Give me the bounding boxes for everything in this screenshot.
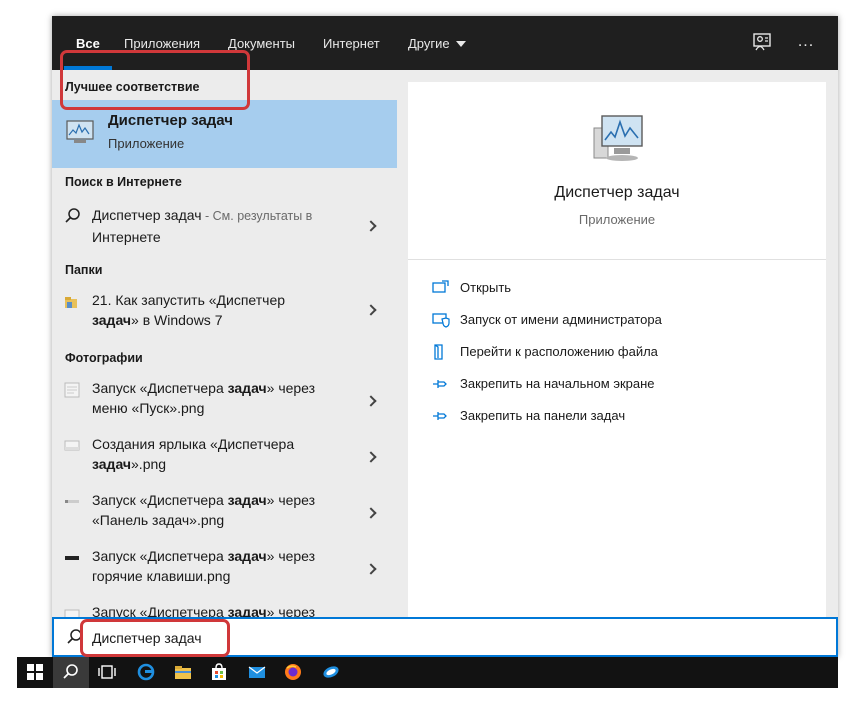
photo-text: » через [266,492,316,508]
best-match-subtitle: Приложение [108,136,185,151]
photo-item[interactable]: Запуск «Диспетчера задач» через [52,604,397,617]
folder-item[interactable]: 21. Как запустить «Диспетчер задач» в Wi… [52,292,397,336]
taskbar [17,657,838,688]
best-match-item[interactable]: Диспетчер задач Приложение [52,100,397,168]
web-search-text: Диспетчер задач - См. результаты в [92,205,312,226]
divider [408,259,826,260]
photo-text: ».png [131,456,167,472]
folder-line2-bold: задач [92,312,132,328]
photo-line1: Запуск «Диспетчера задач» через [92,378,315,398]
photo-text: Запуск «Диспетчера [92,548,228,564]
action-label: Закрепить на панели задач [460,408,626,423]
preview-subtitle: Приложение [578,212,656,227]
photo-text: Запуск «Диспетчера [92,604,228,617]
windows-start-icon[interactable] [17,657,53,688]
file-explorer-icon[interactable] [165,657,201,688]
web-suffix-line2: Интернете [92,229,161,245]
chevron-right-icon [365,395,377,407]
chevron-right-icon [365,220,377,232]
web-suffix: - См. результаты в [201,209,313,223]
photo-line1: Запуск «Диспетчера задач» через [92,546,315,566]
preview-title: Диспетчер задач [554,184,680,201]
photo-item[interactable]: Создания ярлыка «Диспетчера задач».png [52,436,397,482]
image-file-icon [64,494,80,515]
folder-line2-rest: » в Windows 7 [131,312,223,328]
photo-line1: Создания ярлыка «Диспетчера [92,436,295,452]
search-window: Все Приложения Документы Интернет Другие… [52,16,838,657]
chevron-right-icon [365,563,377,575]
photo-line2: «Панель задач».png [92,512,225,528]
tab-web[interactable]: Интернет [323,16,380,70]
photo-bold: задач [227,492,267,508]
tab-more-label: Другие [408,36,450,51]
edge-icon[interactable] [128,657,164,688]
file-location-icon [432,343,450,361]
photo-line2: меню «Пуск».png [92,400,205,416]
photo-text: » через [266,604,316,617]
feedback-icon[interactable] [752,32,774,54]
photo-text: Запуск «Диспетчера [92,380,228,396]
pin-start-icon [432,375,450,393]
section-web-search: Поиск в Интернете [65,175,182,189]
image-file-icon [64,606,80,617]
photo-line1: Запуск «Диспетчера задач» через [92,490,315,510]
more-options-button[interactable]: ... [794,30,818,54]
section-photos: Фотографии [65,351,143,365]
task-manager-large-icon [584,110,648,175]
action-label: Перейти к расположению файла [460,344,658,359]
results-list: Лучшее соответствие Диспетчер задач Прил… [52,70,397,617]
image-file-icon [64,382,80,403]
folder-line1: 21. Как запустить «Диспетчер [92,292,286,308]
photo-line2: горячие клавиши.png [92,568,231,584]
photo-bold: задач [227,380,267,396]
best-match-title: Диспетчер задач [108,112,233,129]
search-icon[interactable] [53,657,89,688]
web-query: Диспетчер задач [92,207,202,223]
image-file-icon [64,438,80,459]
tab-more[interactable]: Другие [408,16,466,70]
action-label: Открыть [460,280,512,295]
app-icon[interactable] [313,657,349,688]
photo-item[interactable]: Запуск «Диспетчера задач» через «Панель … [52,492,397,538]
photo-text: Запуск «Диспетчера [92,492,228,508]
photo-bold: задач [227,548,267,564]
chevron-right-icon [365,507,377,519]
task-manager-icon [64,118,96,151]
search-highlight [80,619,230,657]
section-folders: Папки [65,263,103,277]
task-view-icon[interactable] [89,657,125,688]
photo-item[interactable]: Запуск «Диспетчера задач» через меню «Пу… [52,380,397,426]
photo-text: » через [266,548,316,564]
photo-line1: Запуск «Диспетчера задач» через [92,602,315,617]
mail-icon[interactable] [239,657,275,688]
firefox-icon[interactable] [275,657,311,688]
best-match-highlight [60,50,250,110]
chevron-right-icon [365,304,377,316]
chevron-down-icon [455,41,466,47]
open-icon [432,279,450,297]
photo-bold: задач [227,604,267,617]
folder-line2: задач» в Windows 7 [92,310,223,330]
search-icon [64,207,82,230]
web-search-item[interactable]: Диспетчер задач - См. результаты в Интер… [52,205,397,251]
action-label: Запуск от имени администратора [460,312,662,327]
pin-taskbar-icon [432,407,450,425]
folder-icon [64,296,78,315]
chevron-right-icon [365,451,377,463]
photo-bold: задач [92,456,132,472]
photo-item[interactable]: Запуск «Диспетчера задач» через горячие … [52,548,397,594]
store-icon[interactable] [201,657,237,688]
photo-line2: задач».png [92,454,166,474]
photo-text: » через [266,380,316,396]
shield-run-as-admin-icon [432,311,450,329]
image-file-icon [64,550,80,571]
action-label: Закрепить на начальном экране [460,376,655,391]
